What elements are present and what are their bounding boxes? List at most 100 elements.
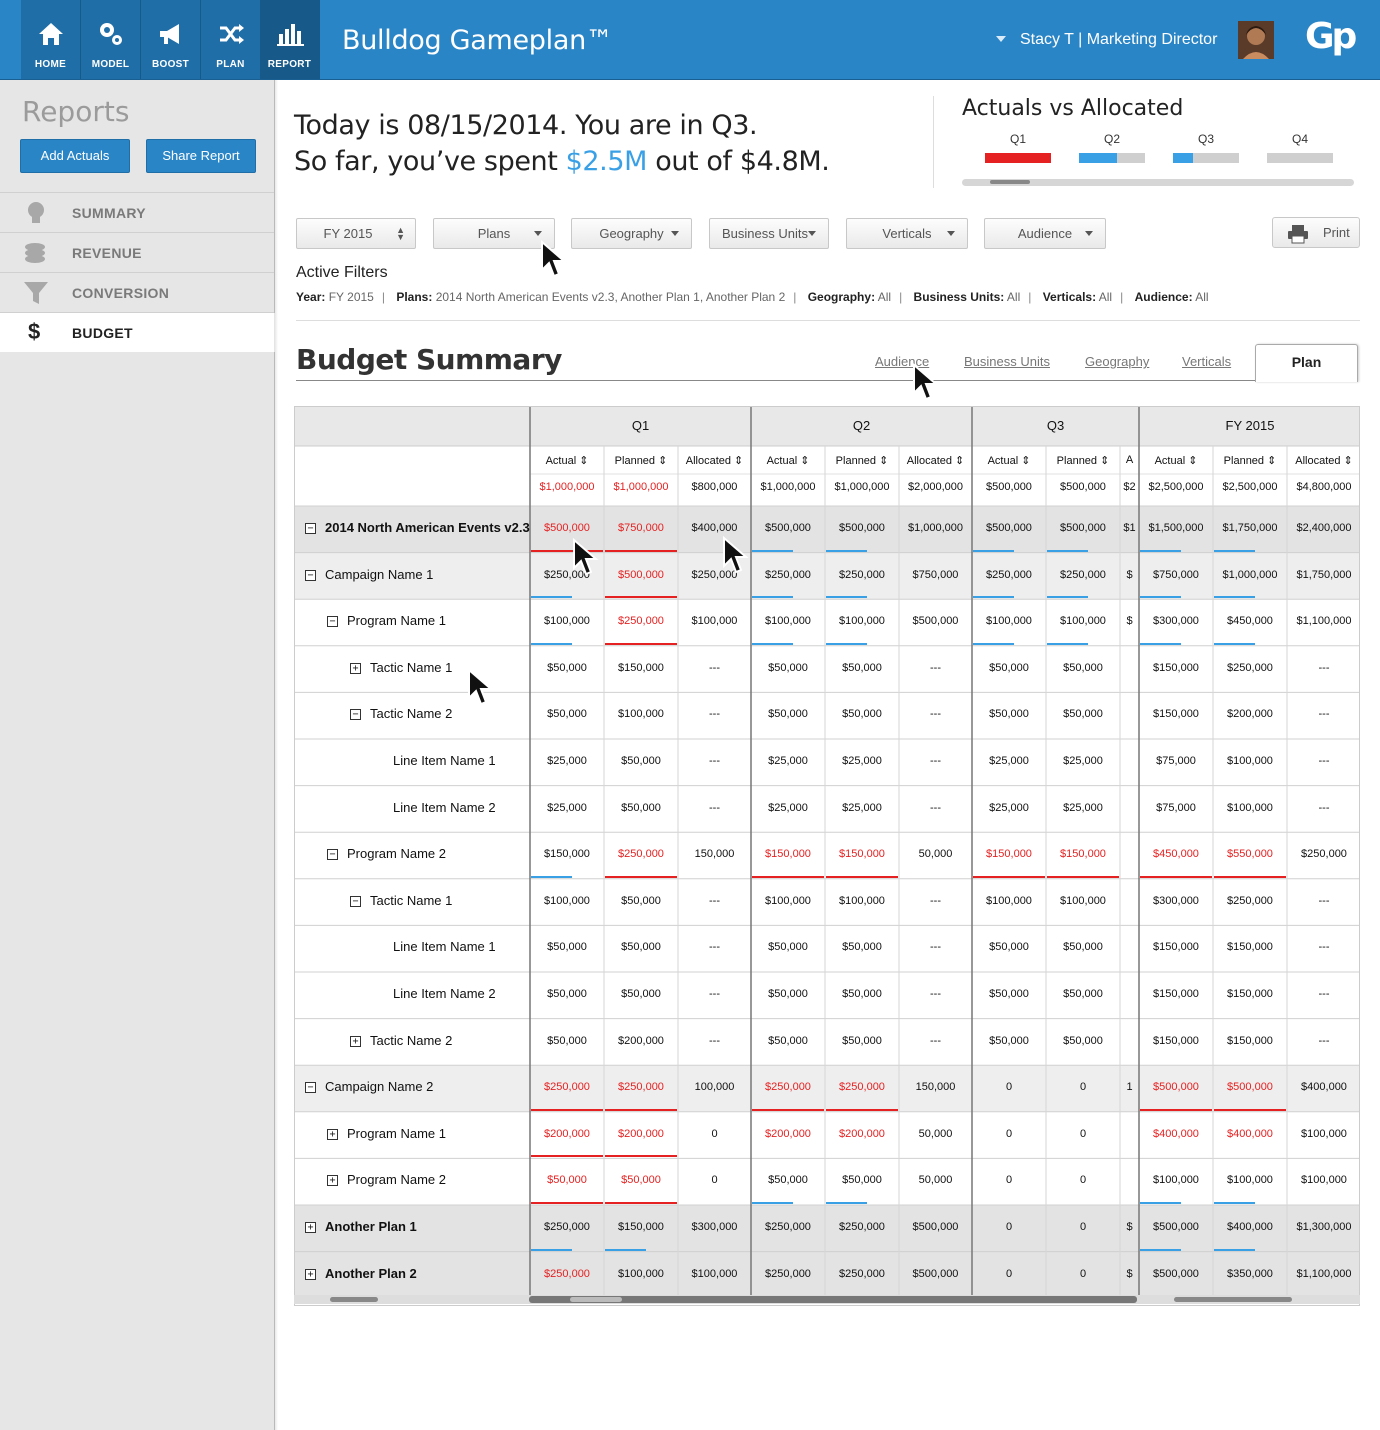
- audience-dropdown[interactable]: Audience: [984, 218, 1106, 249]
- table-cell: $25,000: [547, 801, 587, 814]
- add-actuals-button[interactable]: Add Actuals: [20, 139, 130, 173]
- column-header[interactable]: Actual ⇕: [972, 454, 1046, 467]
- expand-toggle[interactable]: +: [327, 1128, 338, 1140]
- sidebar-item-conversion[interactable]: CONVERSION: [0, 272, 275, 312]
- sidebar-item-summary[interactable]: SUMMARY: [0, 192, 275, 232]
- expand-toggle[interactable]: +: [305, 1222, 316, 1233]
- over-budget-indicator: [752, 1108, 824, 1111]
- table-cell: ---: [709, 988, 720, 1000]
- collapse-toggle[interactable]: −: [305, 569, 316, 581]
- sidebar-item-revenue[interactable]: REVENUE: [0, 232, 275, 272]
- table-cell: 50,000: [918, 848, 953, 861]
- row-label: Line Item Name 1: [393, 939, 496, 955]
- column-header[interactable]: Actual ⇕: [751, 454, 825, 467]
- expand-toggle[interactable]: +: [350, 662, 361, 674]
- expand-toggle[interactable]: +: [350, 1035, 361, 1047]
- nav-home-button[interactable]: HOME: [21, 0, 81, 79]
- caret-down-icon: [534, 231, 542, 236]
- under-budget-indicator: [531, 875, 572, 878]
- tab-geography[interactable]: Geography: [1085, 354, 1149, 369]
- table-cell: $250,000: [1227, 894, 1273, 907]
- column-header[interactable]: A: [1120, 454, 1139, 466]
- plans-dropdown[interactable]: Plans: [433, 218, 555, 249]
- table-cell: $75,000: [1156, 755, 1196, 767]
- grid-scrollbar[interactable]: [294, 1295, 1360, 1304]
- column-header[interactable]: Planned ⇕: [1046, 454, 1120, 467]
- dropdown-label: Verticals: [882, 226, 932, 241]
- column-header[interactable]: Actual ⇕: [1139, 454, 1213, 467]
- collapse-toggle[interactable]: −: [350, 895, 361, 907]
- table-cell: $300,000: [1153, 615, 1199, 628]
- chevron-down-icon[interactable]: [996, 36, 1006, 42]
- tab-business-units[interactable]: Business Units: [964, 354, 1050, 369]
- table-cell: $25,000: [1063, 755, 1103, 767]
- table-cell: $1,300,000: [1296, 1221, 1352, 1233]
- geography-dropdown[interactable]: Geography: [571, 218, 692, 249]
- table-cell: ---: [709, 661, 720, 674]
- nav-home-label: HOME: [34, 59, 67, 70]
- column-header[interactable]: Actual ⇕: [530, 454, 604, 467]
- row-label: Program Name 1: [347, 1125, 446, 1141]
- table-cell: $300,000: [691, 1221, 738, 1233]
- scrollbar-thumb[interactable]: [1174, 1297, 1292, 1302]
- collapse-toggle[interactable]: −: [327, 849, 338, 861]
- collapse-toggle[interactable]: −: [327, 616, 338, 628]
- year-select[interactable]: FY 2015 ▲ ▼: [296, 218, 416, 249]
- expand-toggle[interactable]: +: [305, 1268, 316, 1280]
- table-cell: $1,100,000: [1296, 615, 1352, 628]
- column-header[interactable]: Planned ⇕: [604, 454, 678, 467]
- collapse-toggle[interactable]: −: [305, 523, 316, 534]
- table-cell: $150,000: [1153, 661, 1199, 674]
- table-cell: $400,000: [691, 522, 738, 534]
- over-budget-indicator: [605, 1155, 677, 1158]
- table-cell: $50,000: [768, 1174, 808, 1187]
- scrollbar-thumb[interactable]: [570, 1297, 622, 1302]
- business-units-dropdown[interactable]: Business Units: [709, 218, 829, 249]
- collapse-toggle[interactable]: −: [350, 709, 361, 721]
- nav-boost-button[interactable]: BOOST: [141, 0, 201, 79]
- share-report-button[interactable]: Share Report: [146, 139, 256, 173]
- nav-model-button[interactable]: MODEL: [81, 0, 141, 79]
- table-cell: $25,000: [1063, 801, 1103, 814]
- tab-plan[interactable]: Plan: [1255, 344, 1358, 382]
- user-menu[interactable]: Stacy T | Marketing Director: [1020, 31, 1217, 49]
- table-cell: $25,000: [768, 801, 808, 814]
- scrollbar-thumb[interactable]: [330, 1297, 378, 1302]
- table-cell: $50,000: [621, 988, 661, 1000]
- table-cell: ---: [709, 801, 720, 814]
- nav-report-button[interactable]: REPORT: [260, 0, 320, 79]
- table-cell: 0: [1005, 1174, 1013, 1187]
- sidebar-item-budget[interactable]: $ BUDGET: [0, 312, 275, 352]
- table-cell: $50,000: [547, 1174, 587, 1187]
- verticals-dropdown[interactable]: Verticals: [846, 218, 968, 249]
- expand-toggle[interactable]: +: [327, 1175, 338, 1187]
- column-header[interactable]: Allocated ⇕: [678, 454, 751, 467]
- under-budget-indicator: [973, 642, 1014, 645]
- column-header[interactable]: Allocated ⇕: [1287, 454, 1359, 467]
- collapse-toggle[interactable]: −: [305, 1082, 316, 1094]
- nav-plan-button[interactable]: PLAN: [201, 0, 261, 79]
- row-label: Campaign Name 2: [325, 1079, 434, 1095]
- column-header[interactable]: Planned ⇕: [825, 454, 899, 467]
- column-group-header: Q2: [852, 418, 871, 433]
- column-group-header: FY 2015: [1225, 418, 1275, 433]
- quarter-scrollbar[interactable]: [962, 179, 1354, 186]
- avatar[interactable]: [1238, 21, 1274, 59]
- row-label: Another Plan 2: [325, 1265, 417, 1281]
- column-header[interactable]: Planned ⇕: [1213, 454, 1287, 467]
- over-budget-indicator: [605, 1202, 677, 1204]
- column-group-header: Q1: [631, 418, 650, 433]
- column-header[interactable]: Allocated ⇕: [899, 454, 972, 467]
- table-cell: $450,000: [1153, 848, 1199, 861]
- table-cell: $150,000: [1060, 848, 1106, 861]
- table-cell: $: [1126, 1267, 1133, 1280]
- print-button[interactable]: Print: [1272, 217, 1360, 248]
- under-budget-indicator: [826, 642, 867, 645]
- quarter-progress-fill: [1173, 153, 1193, 163]
- table-cell: 0: [1079, 1081, 1087, 1094]
- row-label: Another Plan 1: [325, 1219, 417, 1234]
- tab-verticals[interactable]: Verticals: [1182, 354, 1231, 369]
- scrollbar-thumb[interactable]: [990, 180, 1030, 184]
- table-cell: $150,000: [1153, 941, 1199, 954]
- table-cell: $750,000: [1153, 568, 1199, 581]
